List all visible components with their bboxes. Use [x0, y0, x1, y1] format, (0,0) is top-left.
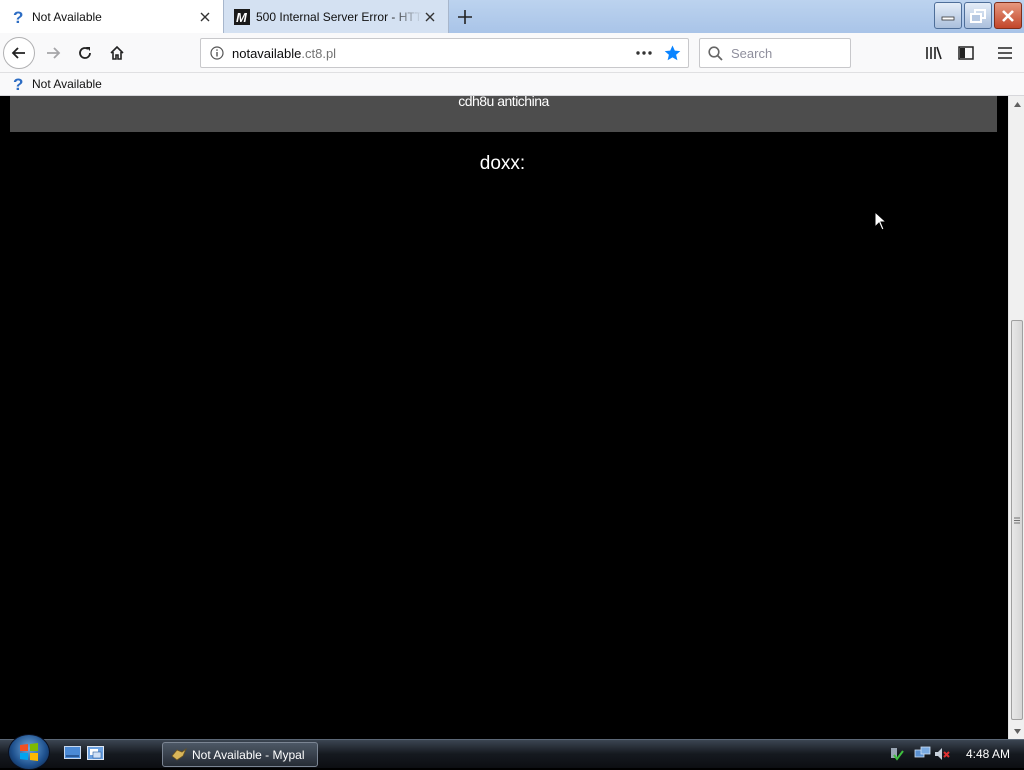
menu-button[interactable]: [989, 37, 1021, 69]
taskbar: Not Available - Mypal 4:48 AM: [0, 734, 1024, 770]
reload-icon: [79, 47, 91, 59]
network-icon[interactable]: [914, 746, 932, 762]
sidebar-icon: [958, 46, 974, 60]
forward-button[interactable]: [37, 37, 69, 69]
m-logo-icon: M: [234, 8, 250, 25]
taskbar-item-label: Not Available - Mypal: [192, 747, 305, 762]
info-icon[interactable]: [210, 46, 224, 60]
windows-logo-icon: [20, 743, 38, 761]
url-domain: .ct8.pl: [301, 45, 337, 61]
clock[interactable]: 4:48 AM: [966, 747, 1010, 761]
start-button[interactable]: [8, 734, 50, 770]
minimize-button[interactable]: [934, 2, 962, 29]
volume-muted-icon[interactable]: [934, 746, 950, 762]
back-arrow-icon: [11, 47, 25, 59]
minimize-icon: [941, 16, 955, 20]
close-window-button[interactable]: [994, 2, 1022, 29]
navigation-toolbar: notavailable.ct8.pl: [0, 33, 1024, 73]
hamburger-menu-icon: [998, 47, 1012, 59]
library-button[interactable]: [918, 37, 950, 69]
url-host: notavailable: [232, 45, 302, 61]
search-input[interactable]: [731, 45, 841, 61]
close-tab-icon[interactable]: [422, 9, 438, 25]
page-heading: doxx:: [479, 153, 526, 174]
taskbar-item-browser[interactable]: Not Available - Mypal: [162, 742, 318, 767]
reload-button[interactable]: [69, 37, 101, 69]
switch-windows-icon[interactable]: [87, 746, 104, 761]
question-mark-icon: ?: [10, 9, 26, 25]
svg-text:?: ?: [13, 76, 23, 92]
url-text: notavailable.ct8.pl: [232, 46, 636, 61]
plus-icon: [458, 10, 472, 24]
search-box[interactable]: [699, 38, 851, 68]
page-actions-icon[interactable]: [636, 51, 652, 55]
back-button[interactable]: [3, 37, 35, 69]
svg-text:M: M: [236, 10, 248, 25]
sidebar-button[interactable]: [950, 37, 982, 69]
forward-arrow-icon: [47, 47, 61, 59]
scroll-down-arrow-icon[interactable]: [1009, 723, 1024, 739]
bookmark-label: Not Available: [32, 77, 102, 91]
tab-not-available[interactable]: ? Not Available: [0, 0, 224, 33]
safely-remove-hardware-icon[interactable]: [888, 746, 904, 762]
home-icon: [110, 45, 124, 60]
tab-label: 500 Internal Server Error - HTTP: [256, 9, 422, 24]
new-tab-button[interactable]: [455, 7, 475, 27]
tab-500-error[interactable]: M 500 Internal Server Error - HTTP: [224, 0, 449, 33]
tab-strip: ? Not Available M 500 Internal Server Er…: [0, 0, 1024, 33]
restore-button[interactable]: [964, 2, 992, 29]
library-icon: [926, 46, 942, 60]
mouse-cursor-icon: [874, 211, 888, 231]
close-tab-icon[interactable]: [197, 9, 213, 25]
grip-icon: [1014, 517, 1020, 523]
bookmark-star-icon[interactable]: [664, 45, 681, 61]
banner-text: cdh8u antichina: [458, 96, 549, 109]
top-banner: cdh8u antichina: [10, 96, 997, 132]
search-icon: [708, 45, 723, 61]
mypal-app-icon: [171, 747, 187, 762]
tab-label: Not Available: [32, 9, 102, 24]
home-button[interactable]: [101, 37, 133, 69]
scroll-up-arrow-icon[interactable]: [1009, 96, 1024, 112]
window-controls: [934, 2, 1022, 29]
vertical-scrollbar[interactable]: [1008, 96, 1024, 739]
system-tray: 4:48 AM: [888, 740, 1024, 768]
close-icon: [1002, 9, 1014, 22]
address-bar[interactable]: notavailable.ct8.pl: [200, 38, 689, 68]
bookmarks-toolbar: ? Not Available: [0, 73, 1024, 96]
question-mark-icon: ?: [10, 76, 26, 92]
scrollbar-thumb[interactable]: [1011, 320, 1023, 720]
show-desktop-icon[interactable]: [64, 746, 81, 761]
page-content: cdh8u antichina doxx:: [0, 96, 1008, 739]
svg-text:?: ?: [13, 9, 23, 25]
restore-icon: [970, 8, 986, 23]
bookmark-not-available[interactable]: ? Not Available: [10, 75, 102, 93]
